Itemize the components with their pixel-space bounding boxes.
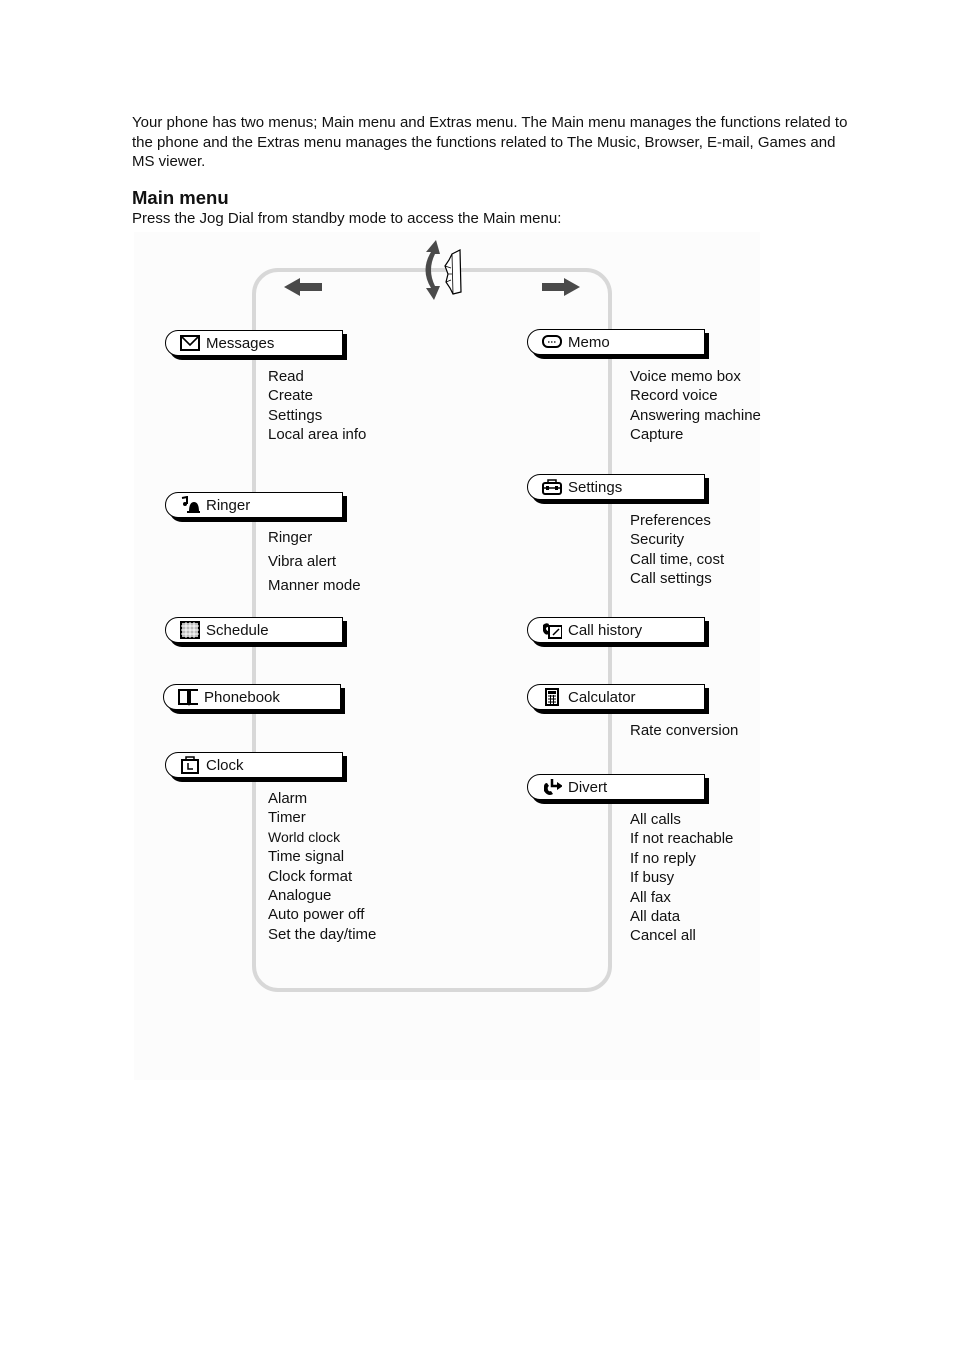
submenu-memo: Voice memo box Record voice Answering ma… xyxy=(630,367,761,445)
submenu-item[interactable]: Analogue xyxy=(268,886,376,905)
submenu-item[interactable]: Vibra alert xyxy=(268,550,361,574)
submenu-item[interactable]: Cancel all xyxy=(630,926,733,945)
submenu-ringer: Ringer Vibra alert Manner mode xyxy=(268,526,361,598)
submenu-item[interactable]: Read xyxy=(268,367,366,386)
submenu-messages: Read Create Settings Local area info xyxy=(268,367,366,445)
submenu-calculator: Rate conversion xyxy=(630,721,738,740)
submenu-item[interactable]: Timer xyxy=(268,808,376,827)
submenu-item[interactable]: All calls xyxy=(630,810,733,829)
menu-label: Memo xyxy=(568,333,610,351)
menu-schedule[interactable]: Schedule xyxy=(165,617,343,643)
submenu-item[interactable]: Ringer xyxy=(268,526,361,550)
menu-clock[interactable]: Clock xyxy=(165,752,343,778)
submenu-item[interactable]: Alarm xyxy=(268,789,376,808)
menu-call-history[interactable]: Call history xyxy=(527,617,705,643)
left-arrow-icon xyxy=(284,278,322,296)
submenu-item[interactable]: If busy xyxy=(630,868,733,887)
menu-ringer[interactable]: Ringer xyxy=(165,492,343,518)
menu-label: Divert xyxy=(568,778,608,796)
submenu-item[interactable]: Voice memo box xyxy=(630,367,761,386)
submenu-item[interactable]: Auto power off xyxy=(268,905,376,924)
section-instruction: Press the Jog Dial from standby mode to … xyxy=(132,210,562,227)
calculator-icon xyxy=(542,688,562,706)
calendar-icon xyxy=(180,621,200,639)
menu-settings[interactable]: Settings xyxy=(527,474,705,500)
submenu-item[interactable]: Capture xyxy=(630,425,761,444)
menu-label: Messages xyxy=(206,334,275,352)
menu-memo[interactable]: Memo xyxy=(527,329,705,355)
menu-label: Calculator xyxy=(568,688,636,706)
submenu-item[interactable]: Record voice xyxy=(630,386,761,405)
menu-label: Settings xyxy=(568,478,623,496)
submenu-divert: All calls If not reachable If no reply I… xyxy=(630,810,733,946)
submenu-item[interactable]: Time signal xyxy=(268,847,376,866)
speech-bubble-icon xyxy=(542,333,562,351)
intro-paragraph: Your phone has two menus; Main menu and … xyxy=(132,114,848,170)
submenu-settings: Preferences Security Call time, cost Cal… xyxy=(630,511,724,589)
menu-label: Call history xyxy=(568,621,643,639)
submenu-item[interactable]: If not reachable xyxy=(630,829,733,848)
submenu-item[interactable]: All data xyxy=(630,907,733,926)
submenu-item[interactable]: Clock format xyxy=(268,867,376,886)
submenu-item[interactable]: If no reply xyxy=(630,849,733,868)
book-icon xyxy=(178,688,198,706)
divert-phone-icon xyxy=(542,778,562,796)
section-heading: Main menu xyxy=(132,187,229,208)
clock-icon xyxy=(180,756,200,774)
submenu-item[interactable]: Call settings xyxy=(630,569,724,588)
phone-note-icon xyxy=(542,621,562,639)
menu-label: Ringer xyxy=(206,496,251,514)
submenu-item[interactable]: Local area info xyxy=(268,425,366,444)
menu-label: Clock xyxy=(206,756,244,774)
bell-music-icon xyxy=(180,496,200,514)
menu-phonebook[interactable]: Phonebook xyxy=(163,684,341,710)
submenu-item[interactable]: Preferences xyxy=(630,511,724,530)
menu-divert[interactable]: Divert xyxy=(527,774,705,800)
menu-label: Phonebook xyxy=(204,688,280,706)
submenu-item[interactable]: Call time, cost xyxy=(630,550,724,569)
submenu-item[interactable]: Answering machine xyxy=(630,406,761,425)
submenu-item[interactable]: World clock xyxy=(268,828,376,847)
submenu-item[interactable]: Set the day/time xyxy=(268,925,376,944)
toolbox-icon xyxy=(542,478,562,496)
submenu-item[interactable]: All fax xyxy=(630,888,733,907)
submenu-item[interactable]: Rate conversion xyxy=(630,721,738,740)
submenu-item[interactable]: Security xyxy=(630,530,724,549)
jog-dial-icon xyxy=(425,240,462,300)
submenu-item[interactable]: Create xyxy=(268,386,366,405)
menu-calculator[interactable]: Calculator xyxy=(527,684,705,710)
submenu-item[interactable]: Settings xyxy=(268,406,366,425)
menu-label: Schedule xyxy=(206,621,269,639)
envelope-icon xyxy=(180,334,200,352)
menu-messages[interactable]: Messages xyxy=(165,330,343,356)
right-arrow-icon xyxy=(542,278,580,296)
submenu-clock: Alarm Timer World clock Time signal Cloc… xyxy=(268,789,376,944)
submenu-item[interactable]: Manner mode xyxy=(268,574,361,598)
